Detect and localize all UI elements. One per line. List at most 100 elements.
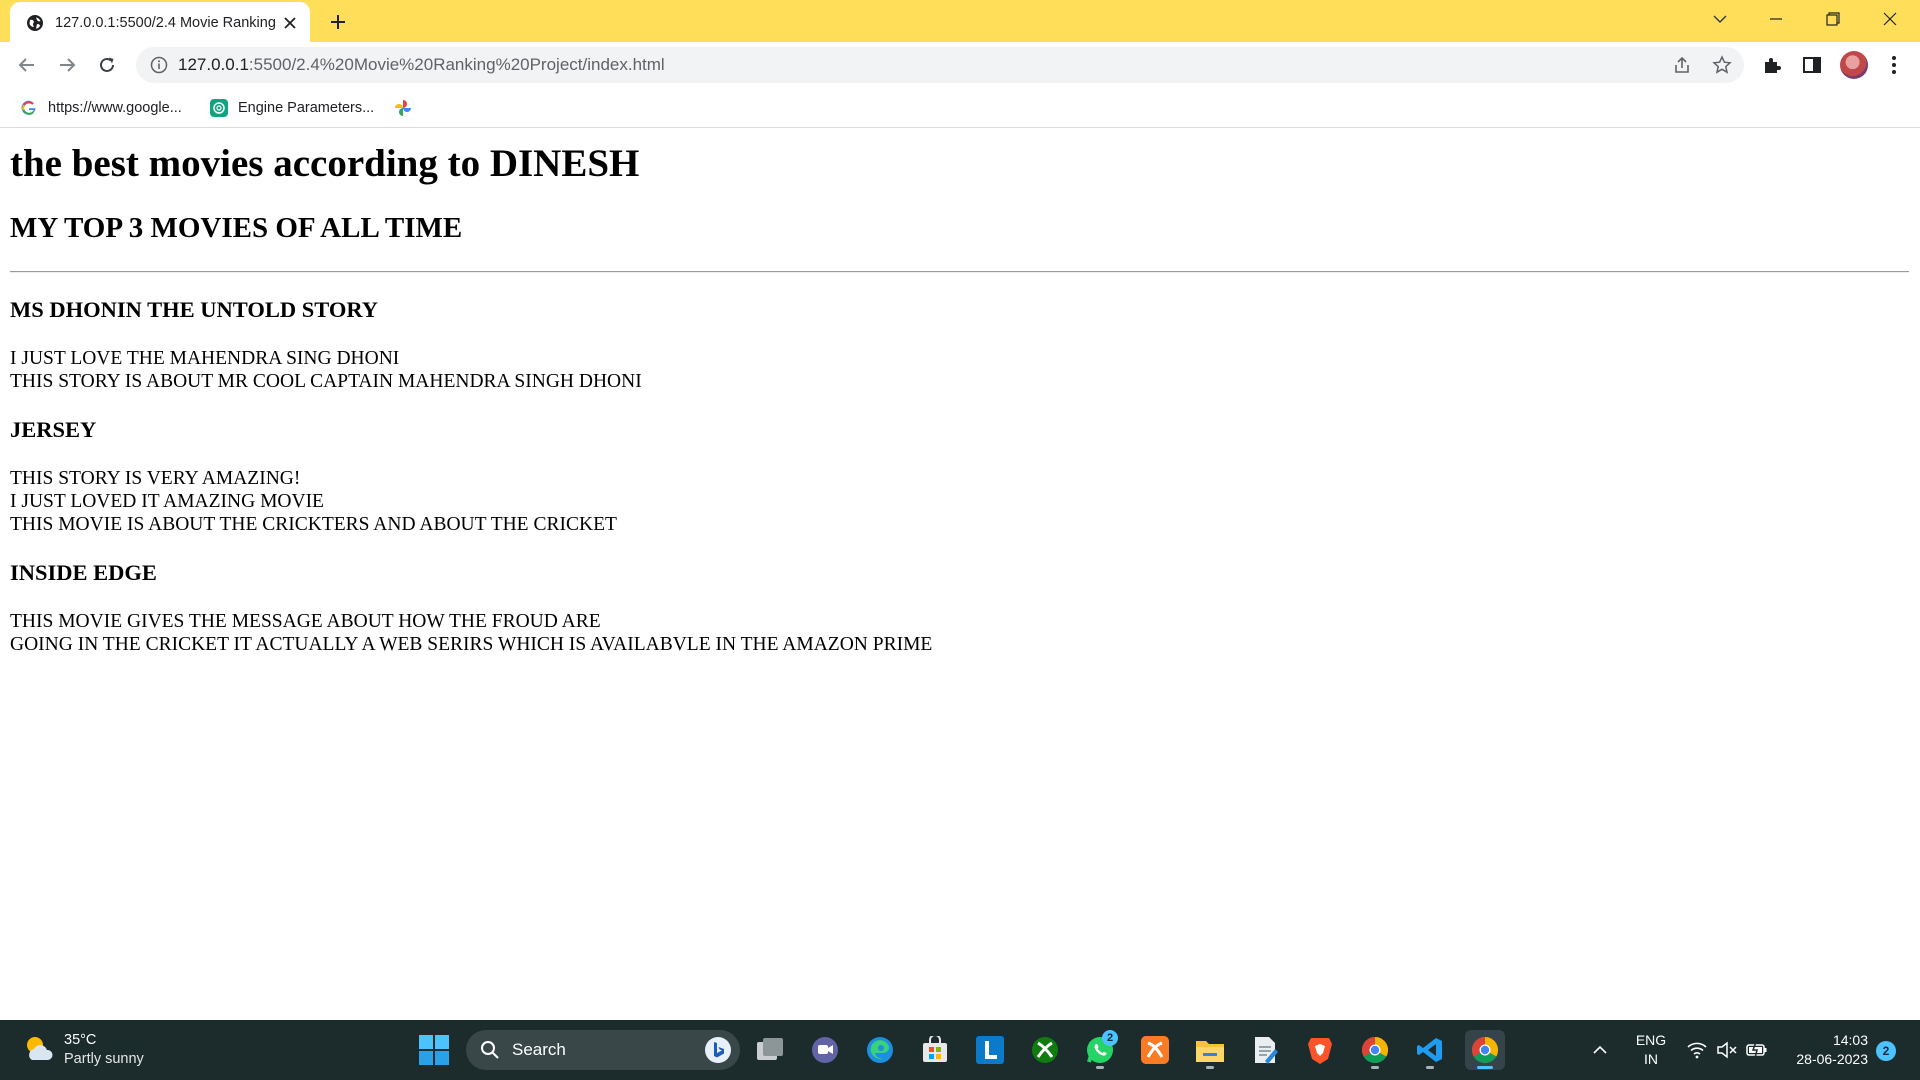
browser-toolbar: 127.0.0.1:5500/2.4%20Movie%20Ranking%20P…: [0, 42, 1920, 88]
l-app[interactable]: [970, 1030, 1010, 1070]
running-indicator: [1426, 1066, 1434, 1069]
forward-arrow-icon[interactable]: [51, 49, 83, 81]
folder-icon: [1196, 1041, 1224, 1062]
task-view-icon: [757, 1038, 783, 1060]
movie-3-line-1: THIS MOVIE GIVES THE MESSAGE ABOUT HOW T…: [10, 611, 601, 632]
bookmark-label: https://www.google...: [48, 100, 182, 116]
search-icon: [481, 1041, 499, 1059]
close-tab-icon[interactable]: [280, 13, 300, 33]
partly-sunny-icon[interactable]: [22, 1032, 56, 1066]
task-view-app[interactable]: [750, 1030, 790, 1070]
side-panel-icon[interactable]: [1800, 53, 1824, 77]
bookmark-photos[interactable]: [394, 96, 422, 120]
page-subtitle: MY TOP 3 MOVIES OF ALL TIME: [10, 212, 463, 244]
brave-lion-icon: [1308, 1038, 1332, 1064]
restore-icon[interactable]: [1813, 4, 1853, 34]
movie-2-line-1: THIS STORY IS VERY AMAZING!: [10, 468, 301, 489]
back-arrow-icon[interactable]: [11, 49, 43, 81]
globe-icon: [27, 15, 43, 31]
language-region: IN: [1644, 1051, 1658, 1067]
vscode-icon: [1417, 1038, 1442, 1062]
notification-badge[interactable]: 2: [1876, 1041, 1896, 1061]
tab-search-chevron-icon[interactable]: [1700, 4, 1740, 34]
photos-pinwheel-icon: [394, 99, 412, 117]
language-code: ENG: [1635, 1032, 1667, 1048]
l-letter-icon: [976, 1036, 1004, 1064]
openai-icon: [210, 99, 228, 117]
teams-chat-app[interactable]: [805, 1030, 845, 1070]
movie-title-3: INSIDE EDGE: [10, 560, 157, 585]
teams-chat-icon: [812, 1037, 838, 1063]
google-icon: [20, 99, 38, 117]
windows-start-icon[interactable]: [418, 1034, 450, 1066]
show-hidden-icons-chevron-icon[interactable]: [1590, 1040, 1610, 1060]
taskbar-search[interactable]: Search: [466, 1030, 740, 1070]
edge-app[interactable]: [860, 1030, 900, 1070]
search-label: Search: [512, 1040, 566, 1059]
extensions-puzzle-icon[interactable]: [1760, 53, 1784, 77]
profile-avatar[interactable]: [1840, 51, 1868, 79]
clock-time: 14:03: [1832, 1032, 1868, 1048]
movie-2-line-2: I JUST LOVED IT AMAZING MOVIE: [10, 491, 324, 512]
windows-taskbar: 35°C Partly sunny Search 2 ENG IN 14:03 …: [0, 1020, 1920, 1080]
active-indicator: [1477, 1066, 1493, 1069]
xampp-icon: [1141, 1036, 1169, 1064]
weather-temperature[interactable]: 35°C: [64, 1031, 96, 1049]
clock-date: 28-06-2023: [1796, 1051, 1868, 1067]
whatsapp-badge: 2: [1102, 1030, 1118, 1046]
tab-title: 127.0.0.1:5500/2.4 Movie Ranking Project: [55, 15, 280, 31]
edge-icon: [867, 1037, 893, 1063]
new-tab-icon[interactable]: [325, 9, 351, 35]
movie-2-line-3: THIS MOVIE IS ABOUT THE CRICKTERS AND AB…: [10, 514, 617, 535]
bookmarks-bar: https://www.google... Engine Parameters.…: [0, 88, 1920, 128]
chrome-menu-icon[interactable]: [1882, 53, 1906, 77]
browser-tab[interactable]: 127.0.0.1:5500/2.4 Movie Ranking Project: [10, 2, 310, 42]
running-indicator: [1371, 1066, 1379, 1069]
xbox-icon: [1032, 1037, 1058, 1063]
vscode-app[interactable]: [1410, 1030, 1450, 1070]
microsoft-store-icon: [923, 1036, 947, 1062]
browser-tab-strip: 127.0.0.1:5500/2.4 Movie Ranking Project: [0, 0, 1920, 42]
chrome-active-app[interactable]: [1465, 1030, 1505, 1070]
running-indicator: [1096, 1066, 1104, 1069]
reload-icon[interactable]: [91, 49, 123, 81]
notepad-icon: [1255, 1037, 1278, 1064]
minimize-icon[interactable]: [1756, 4, 1796, 34]
bing-icon[interactable]: [704, 1036, 732, 1064]
bookmark-google[interactable]: https://www.google...: [20, 96, 182, 120]
weather-description[interactable]: Partly sunny: [64, 1050, 144, 1068]
chrome-profile-app[interactable]: [1355, 1030, 1395, 1070]
chrome-icon: [1361, 1036, 1389, 1064]
movie-1-line-1: I JUST LOVE THE MAHENDRA SING DHONI: [10, 348, 400, 369]
language-indicator[interactable]: ENG IN: [1634, 1031, 1668, 1069]
address-bar[interactable]: 127.0.0.1:5500/2.4%20Movie%20Ranking%20P…: [136, 47, 1744, 83]
page-title: the best movies according to DINESH: [10, 142, 640, 185]
url-text: 127.0.0.1:5500/2.4%20Movie%20Ranking%20P…: [178, 56, 665, 74]
wifi-icon[interactable]: [1686, 1040, 1708, 1060]
site-info-icon[interactable]: [150, 56, 168, 74]
divider: [10, 271, 1909, 273]
bookmark-label: Engine Parameters...: [238, 100, 375, 116]
movie-3-line-2: GOING IN THE CRICKET IT ACTUALLY A WEB S…: [10, 634, 933, 655]
battery-charging-icon[interactable]: [1746, 1040, 1768, 1060]
running-indicator: [1206, 1066, 1214, 1069]
whatsapp-app[interactable]: 2: [1080, 1030, 1120, 1070]
url-host: 127.0.0.1: [178, 55, 249, 74]
movie-title-2: JERSEY: [10, 417, 97, 442]
notepad-editor-app[interactable]: [1245, 1030, 1285, 1070]
movie-1-line-2: THIS STORY IS ABOUT MR COOL CAPTAIN MAHE…: [10, 371, 642, 392]
microsoft-store-app[interactable]: [915, 1030, 955, 1070]
volume-muted-icon[interactable]: [1716, 1040, 1738, 1060]
page-content: the best movies according to DINESH MY T…: [0, 129, 1920, 1020]
share-icon[interactable]: [1672, 55, 1692, 75]
brave-app[interactable]: [1300, 1030, 1340, 1070]
xbox-app[interactable]: [1025, 1030, 1065, 1070]
url-path: :5500/2.4%20Movie%20Ranking%20Project/in…: [248, 55, 665, 74]
xampp-app[interactable]: [1135, 1030, 1175, 1070]
file-explorer-app[interactable]: [1190, 1030, 1230, 1070]
close-window-icon[interactable]: [1870, 4, 1910, 34]
chrome-icon: [1471, 1036, 1499, 1064]
bookmark-engine-parameters[interactable]: Engine Parameters...: [210, 96, 374, 120]
movie-title-1: MS DHONIN THE UNTOLD STORY: [10, 297, 379, 322]
bookmark-star-icon[interactable]: [1712, 55, 1732, 75]
